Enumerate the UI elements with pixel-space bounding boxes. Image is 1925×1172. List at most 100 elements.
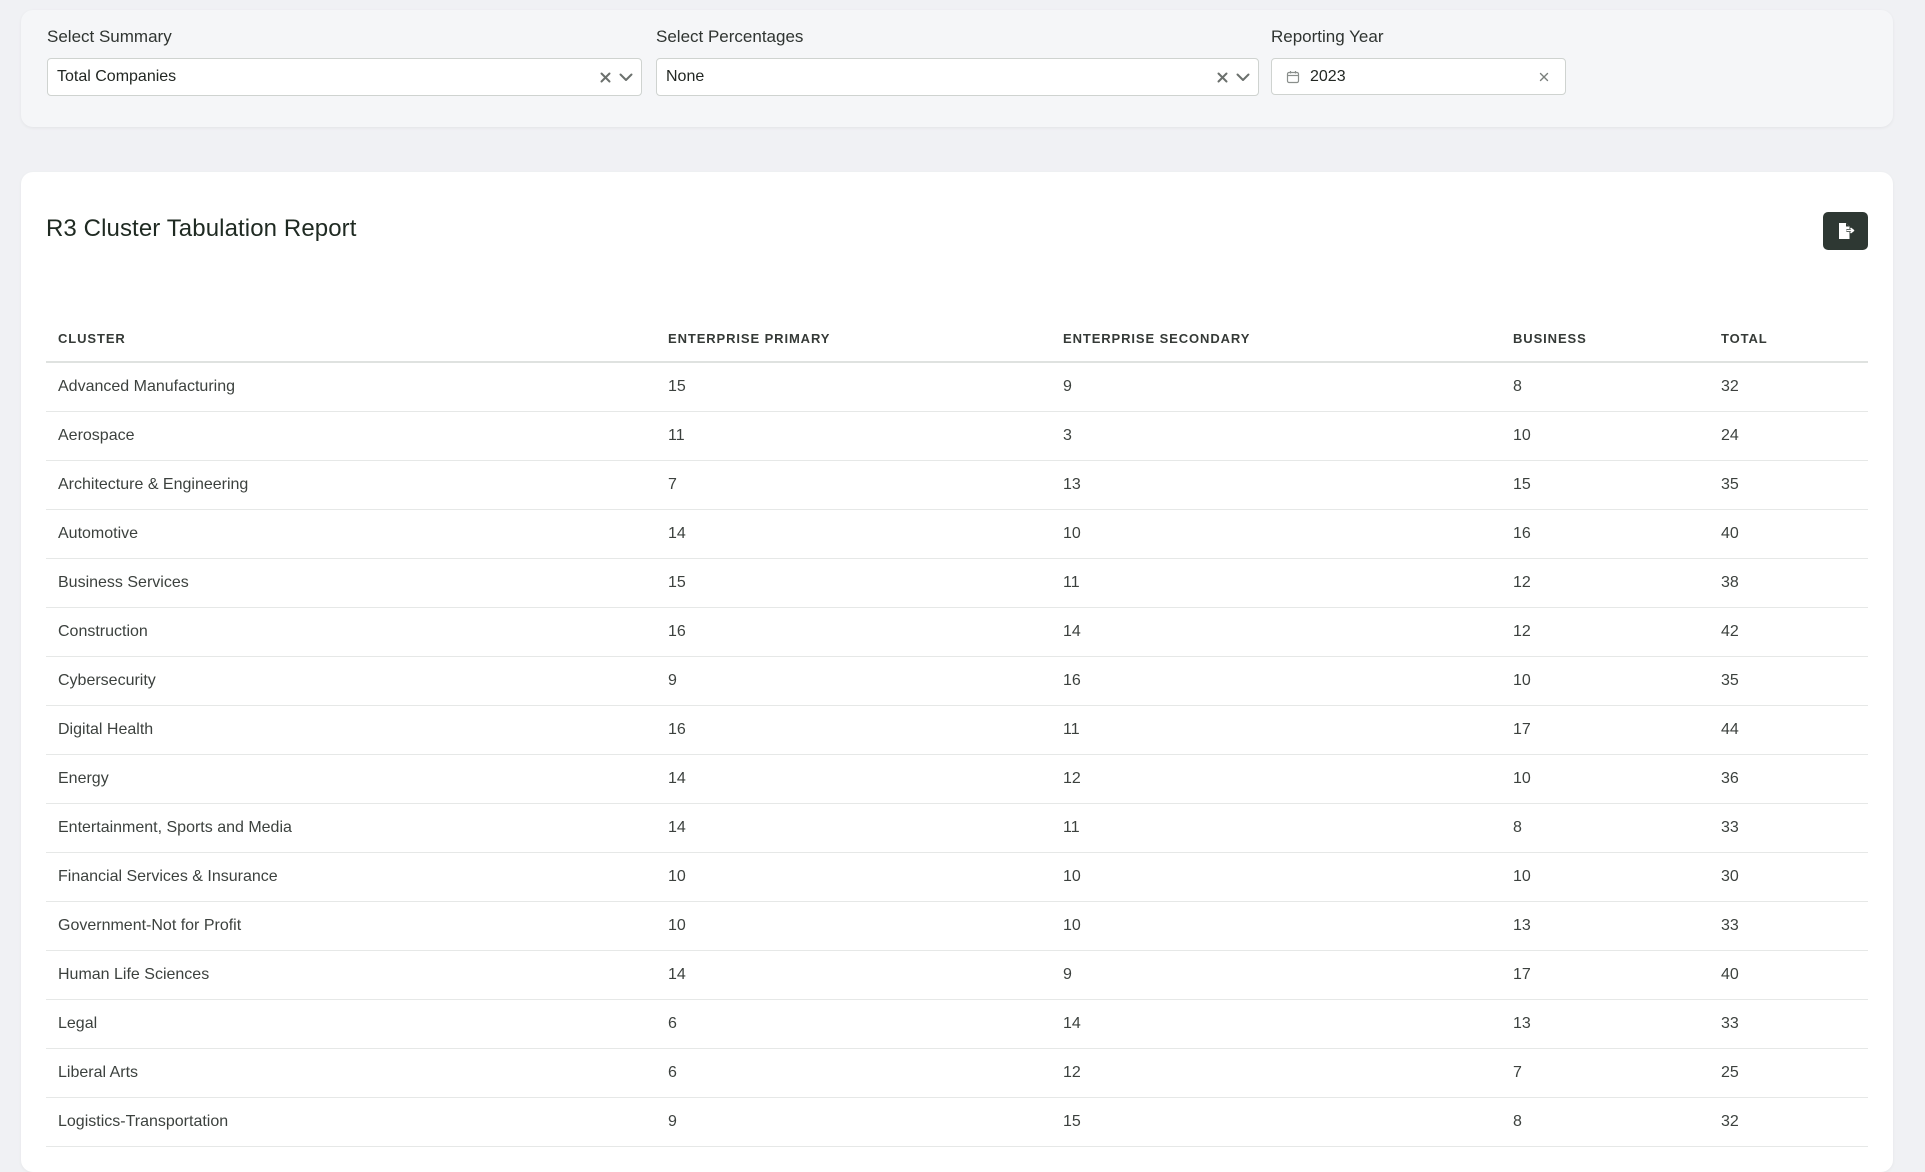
enterprise-secondary-cell: 12 (1051, 1048, 1501, 1098)
summary-filter-label: Select Summary (47, 27, 172, 46)
enterprise-primary-cell: 10 (656, 901, 1051, 951)
clear-icon[interactable] (1537, 70, 1551, 84)
business-cell: 16 (1501, 509, 1709, 559)
cluster-cell: Financial Services & Insurance (46, 852, 656, 902)
cluster-cell: Government-Not for Profit (46, 901, 656, 951)
total-cell: 40 (1709, 950, 1868, 1000)
cluster-cell: Human Life Sciences (46, 950, 656, 1000)
business-cell: 10 (1501, 852, 1709, 902)
enterprise-secondary-cell: 11 (1051, 705, 1501, 755)
enterprise-secondary-cell: 9 (1051, 362, 1501, 412)
cluster-cell: Entertainment, Sports and Media (46, 803, 656, 853)
percentages-filter-label: Select Percentages (656, 27, 804, 46)
table-body: Advanced Manufacturing 15 9 8 32 Aerospace 11 3… (46, 362, 1868, 1147)
percentages-filter: Select Percentages None (656, 26, 1259, 96)
cluster-cell: Construction (46, 607, 656, 657)
business-cell: 12 (1501, 607, 1709, 657)
cluster-cell: Business Services (46, 558, 656, 608)
business-cell: 10 (1501, 754, 1709, 804)
total-cell: 33 (1709, 803, 1868, 853)
enterprise-secondary-cell: 14 (1051, 999, 1501, 1049)
cluster-cell: Advanced Manufacturing (46, 362, 656, 412)
percentages-select-value: None (666, 68, 705, 85)
enterprise-secondary-cell: 10 (1051, 901, 1501, 951)
total-cell: 32 (1709, 1097, 1868, 1147)
business-cell: 17 (1501, 705, 1709, 755)
enterprise-secondary-cell: 16 (1051, 656, 1501, 706)
enterprise-primary-cell: 14 (656, 509, 1051, 559)
clear-icon[interactable] (598, 70, 612, 84)
enterprise-primary-cell: 14 (656, 754, 1051, 804)
enterprise-primary-cell: 6 (656, 999, 1051, 1049)
enterprise-secondary-cell: 3 (1051, 411, 1501, 461)
business-cell: 13 (1501, 999, 1709, 1049)
enterprise-secondary-cell: 12 (1051, 754, 1501, 804)
table-row: Financial Services & Insurance 10 10 10 30 (46, 852, 1868, 902)
table-row: Legal 6 14 13 33 (46, 999, 1868, 1049)
cluster-cell: Liberal Arts (46, 1048, 656, 1098)
column-header-business: BUSINESS (1501, 315, 1709, 363)
enterprise-primary-cell: 14 (656, 950, 1051, 1000)
enterprise-secondary-cell: 11 (1051, 803, 1501, 853)
year-picker[interactable]: 2023 (1271, 58, 1566, 95)
enterprise-secondary-cell: 10 (1051, 509, 1501, 559)
total-cell: 33 (1709, 901, 1868, 951)
total-cell: 44 (1709, 705, 1868, 755)
enterprise-primary-cell: 9 (656, 656, 1051, 706)
table-row: Aerospace 11 3 10 24 (46, 411, 1868, 461)
report-title: R3 Cluster Tabulation Report (46, 215, 357, 242)
cluster-cell: Architecture & Engineering (46, 460, 656, 510)
cluster-cell: Legal (46, 999, 656, 1049)
enterprise-secondary-cell: 14 (1051, 607, 1501, 657)
enterprise-primary-cell: 14 (656, 803, 1051, 853)
report-table: CLUSTER ENTERPRISE PRIMARY ENTERPRISE SECO… (46, 315, 1868, 1147)
table-row: Advanced Manufacturing 15 9 8 32 (46, 362, 1868, 412)
enterprise-primary-cell: 15 (656, 362, 1051, 412)
enterprise-secondary-cell: 10 (1051, 852, 1501, 902)
summary-select-value: Total Companies (57, 68, 177, 85)
column-header-total: TOTAL (1709, 315, 1868, 363)
cluster-cell: Aerospace (46, 411, 656, 461)
business-cell: 8 (1501, 803, 1709, 853)
enterprise-primary-cell: 9 (656, 1097, 1051, 1147)
total-cell: 32 (1709, 362, 1868, 412)
business-cell: 7 (1501, 1048, 1709, 1098)
table-row: Digital Health 16 11 17 44 (46, 705, 1868, 755)
year-picker-value: 2023 (1310, 67, 1346, 85)
year-filter: Reporting Year 2023 (1271, 26, 1566, 95)
file-export-icon (1836, 222, 1856, 240)
column-header-cluster: CLUSTER (46, 315, 656, 363)
total-cell: 36 (1709, 754, 1868, 804)
enterprise-primary-cell: 7 (656, 460, 1051, 510)
export-button[interactable] (1823, 212, 1868, 250)
table-row: Cybersecurity 9 16 10 35 (46, 656, 1868, 706)
enterprise-primary-cell: 15 (656, 558, 1051, 608)
table-row: Entertainment, Sports and Media 14 11 8 33 (46, 803, 1868, 853)
cluster-cell: Logistics-Transportation (46, 1097, 656, 1147)
business-cell: 10 (1501, 411, 1709, 461)
percentages-select[interactable]: None (656, 58, 1259, 96)
table-row: Automotive 14 10 16 40 (46, 509, 1868, 559)
cluster-cell: Automotive (46, 509, 656, 559)
enterprise-primary-cell: 16 (656, 607, 1051, 657)
total-cell: 33 (1709, 999, 1868, 1049)
table-row: Energy 14 12 10 36 (46, 754, 1868, 804)
cluster-cell: Energy (46, 754, 656, 804)
clear-icon[interactable] (1215, 70, 1229, 84)
chevron-down-icon[interactable] (1234, 68, 1252, 86)
total-cell: 35 (1709, 460, 1868, 510)
enterprise-secondary-cell: 13 (1051, 460, 1501, 510)
total-cell: 38 (1709, 558, 1868, 608)
table-row: Construction 16 14 12 42 (46, 607, 1868, 657)
chevron-down-icon[interactable] (617, 68, 635, 86)
table-row: Liberal Arts 6 12 7 25 (46, 1048, 1868, 1098)
enterprise-secondary-cell: 9 (1051, 950, 1501, 1000)
business-cell: 13 (1501, 901, 1709, 951)
business-cell: 10 (1501, 656, 1709, 706)
enterprise-secondary-cell: 15 (1051, 1097, 1501, 1147)
total-cell: 24 (1709, 411, 1868, 461)
summary-select[interactable]: Total Companies (47, 58, 642, 96)
cluster-cell: Cybersecurity (46, 656, 656, 706)
business-cell: 17 (1501, 950, 1709, 1000)
table-header: CLUSTER ENTERPRISE PRIMARY ENTERPRISE SECO… (46, 315, 1868, 363)
